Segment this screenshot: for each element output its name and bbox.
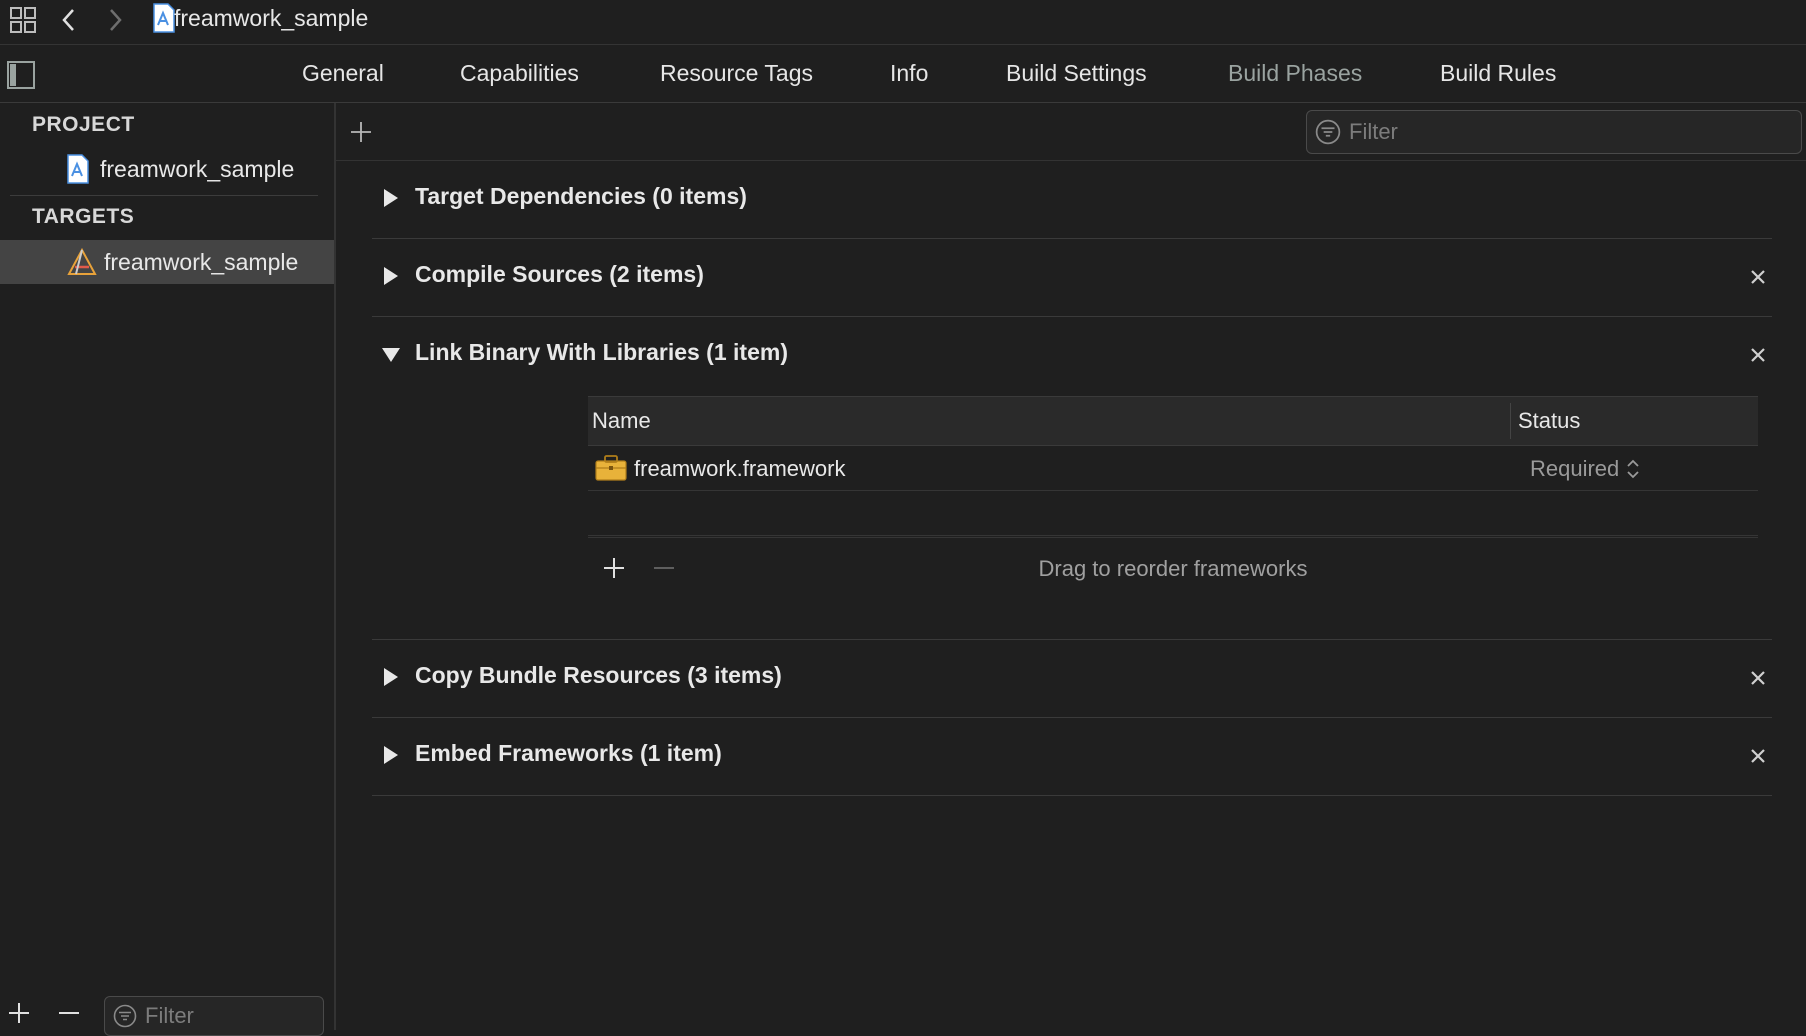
up-down-chevron-icon [1625,457,1641,481]
add-build-phase-button[interactable] [346,117,376,147]
phase-title: Copy Bundle Resources (3 items) [415,662,782,688]
disclosure-triangle-icon[interactable] [384,746,398,764]
disclosure-triangle-icon[interactable] [382,348,400,362]
filter-icon [113,1004,137,1028]
close-icon[interactable] [1744,341,1772,369]
sidebar-item-target[interactable]: freamwork_sample [0,240,334,284]
framework-name: freamwork.framework [634,456,846,481]
phase-copy-bundle-resources[interactable]: Copy Bundle Resources (3 items) [372,640,1772,718]
close-icon[interactable] [1744,742,1772,770]
table-empty-row [588,491,1758,536]
phases-toolbar [336,103,1806,161]
tab-general[interactable]: General [302,45,384,102]
phases-filter-field[interactable] [1306,110,1802,154]
targets-sidebar: PROJECT freamwork_sample TARGETS freamwo… [0,103,336,1036]
sidebar-item-label: freamwork_sample [104,248,299,275]
column-header-status[interactable]: Status [1518,408,1580,434]
table-row[interactable]: freamwork.framework Required [588,446,1758,491]
phase-title: Target Dependencies (0 items) [415,183,747,209]
app-target-icon [66,247,98,277]
table-footer: Drag to reorder frameworks [588,537,1758,600]
libraries-table: Name Status freamwork.framework Required [588,396,1758,600]
sidebar-toggle-icon[interactable] [6,60,36,95]
close-icon[interactable] [1744,263,1772,291]
forward-icon[interactable] [104,6,126,34]
column-divider[interactable] [1510,403,1511,439]
title-bar: freamwork_sample [0,0,1806,45]
reorder-hint: Drag to reorder frameworks [1038,556,1308,581]
phase-title: Link Binary With Libraries (1 item) [415,339,788,365]
window-title: freamwork_sample [174,5,369,31]
sidebar-filter-input[interactable] [143,1002,323,1030]
tab-build-rules[interactable]: Build Rules [1440,45,1556,102]
editor-tab-bar: General Capabilities Resource Tags Info … [0,45,1806,103]
back-icon[interactable] [58,6,80,34]
build-phases-editor: Target Dependencies (0 items) Compile So… [336,103,1806,1030]
table-header: Name Status [588,396,1758,446]
phase-title: Compile Sources (2 items) [415,261,704,287]
tab-info[interactable]: Info [890,45,928,102]
phase-title: Embed Frameworks (1 item) [415,740,722,766]
sidebar-filter-field[interactable] [104,996,324,1036]
tab-build-phases[interactable]: Build Phases [1228,45,1362,102]
phases-filter-input[interactable] [1347,118,1801,146]
sidebar-divider [10,195,318,196]
disclosure-triangle-icon[interactable] [384,668,398,686]
tab-build-settings[interactable]: Build Settings [1006,45,1147,102]
add-target-button[interactable] [4,998,34,1028]
remove-target-button[interactable] [54,998,84,1028]
tab-capabilities[interactable]: Capabilities [460,45,579,102]
framework-folder-icon [594,454,628,487]
column-header-name[interactable]: Name [592,408,651,434]
filter-icon [1315,119,1341,145]
related-items-icon[interactable] [9,6,37,34]
close-icon[interactable] [1744,664,1772,692]
project-heading: PROJECT [32,113,135,136]
phase-embed-frameworks[interactable]: Embed Frameworks (1 item) [372,718,1772,796]
targets-heading: TARGETS [32,205,135,228]
project-file-icon [66,154,90,184]
project-file-icon [152,3,176,33]
disclosure-triangle-icon[interactable] [384,267,398,285]
status-popup[interactable]: Required [1530,456,1641,482]
disclosure-triangle-icon[interactable] [384,189,398,207]
status-value: Required [1530,456,1620,481]
sidebar-item-project[interactable]: freamwork_sample [0,147,334,191]
phase-target-dependencies[interactable]: Target Dependencies (0 items) [372,161,1772,239]
tab-resource-tags[interactable]: Resource Tags [660,45,813,102]
phase-compile-sources[interactable]: Compile Sources (2 items) [372,239,1772,317]
sidebar-item-label: freamwork_sample [100,155,295,182]
